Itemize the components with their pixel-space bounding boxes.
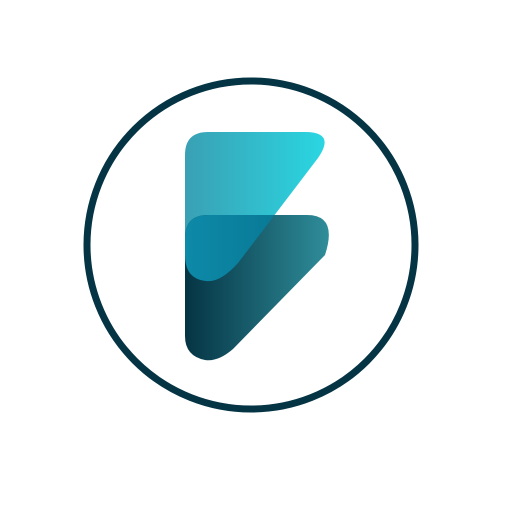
logo-canvas xyxy=(0,0,512,512)
brand-logo-icon xyxy=(83,77,419,413)
